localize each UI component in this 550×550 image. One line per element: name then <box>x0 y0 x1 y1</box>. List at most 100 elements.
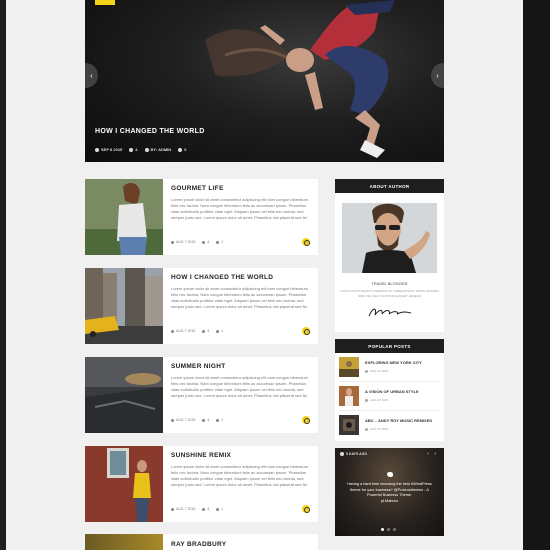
post-likes[interactable]: 1 <box>221 240 223 244</box>
clock-icon <box>365 369 368 373</box>
post-title[interactable]: RAY BRADBURY <box>171 541 226 548</box>
post-comments[interactable]: 4 <box>207 240 209 244</box>
clock-icon <box>340 452 344 456</box>
post-date: AUG 7 2015 <box>176 507 196 511</box>
heart-icon <box>178 147 183 152</box>
post-meta: AUG 7 2015 4 1 <box>171 329 223 333</box>
post-date: AUG 7 2015 <box>176 240 196 244</box>
popular-post-date-text: AUG 27 2015 <box>370 398 389 402</box>
calendar-icon <box>171 418 174 422</box>
post-thumbnail[interactable] <box>85 179 163 255</box>
popular-post-title[interactable]: EXPLORING NEW YORK CITY <box>365 360 422 365</box>
post-card: HOW I CHANGED THE WORLD Lorem ipsum dolo… <box>85 268 318 344</box>
right-edge <box>523 0 550 550</box>
heart-icon <box>216 418 220 422</box>
post-excerpt: Lorem ipsum dolor sit amet consectetur a… <box>171 197 308 221</box>
popular-post-title[interactable]: ABC – ANDY ROY MUSIC REMIXES <box>365 418 432 423</box>
share-button[interactable] <box>302 327 310 335</box>
share-button[interactable] <box>302 505 310 513</box>
comment-icon <box>129 147 134 152</box>
post-meta: AUG 7 2015 4 1 <box>171 418 223 422</box>
tweet-nav-buttons[interactable]: ‹ › <box>427 451 438 457</box>
popular-post-date: AUG 27 2015 <box>365 427 388 431</box>
hero-title[interactable]: HOW I CHANGED THE WORLD <box>95 128 205 135</box>
post-likes[interactable]: 1 <box>221 418 223 422</box>
post-title[interactable]: HOW I CHANGED THE WORLD <box>171 274 273 281</box>
author-signature <box>368 308 412 317</box>
slider-prev-button[interactable]: ‹ <box>85 63 98 88</box>
comment-icon <box>202 240 206 244</box>
chevron-right-icon: › <box>436 71 439 80</box>
about-author-widget: ABOUT AUTHOR TRAVEL BLOGGER THIS IS PHOT… <box>335 179 444 332</box>
hero-slider[interactable]: ‹ › HOW I CHANGED THE WORLD SEP 8 2015 4… <box>85 0 444 162</box>
post-card: SUNSHINE REMIX Lorem ipsum dolor sit ame… <box>85 446 318 522</box>
calendar-icon <box>171 240 174 244</box>
author-description: THIS IS PHOTOSHOP'S VERSION OF LOREM IPS… <box>339 289 440 298</box>
popular-post-item[interactable]: A VISION OF URBAN STYLE AUG 27 2015 <box>339 386 440 406</box>
comment-icon <box>202 507 206 511</box>
tweet-handle[interactable]: pt.Mabdur <box>381 499 398 503</box>
post-title[interactable]: SUNSHINE REMIX <box>171 452 231 459</box>
post-likes[interactable]: 1 <box>221 329 223 333</box>
post-excerpt: Lorem ipsum dolor sit amet consectetur a… <box>171 464 308 488</box>
clock-icon <box>365 398 368 402</box>
post-title[interactable]: SUMMER NIGHT <box>171 363 226 370</box>
post-likes[interactable]: 1 <box>221 507 223 511</box>
hero-dancer-image <box>205 0 395 158</box>
popular-post-thumbnail[interactable] <box>339 386 359 406</box>
post-thumbnail[interactable] <box>85 268 163 344</box>
post-thumbnail[interactable] <box>85 357 163 433</box>
calendar-icon <box>171 507 174 511</box>
popular-heading: POPULAR POSTS <box>335 339 444 353</box>
post-meta: AUG 7 2015 4 1 <box>171 507 223 511</box>
calendar-icon <box>171 329 174 333</box>
post-title[interactable]: GOURMET LIFE <box>171 185 224 192</box>
popular-post-item[interactable]: EXPLORING NEW YORK CITY AUG 27 2015 <box>339 357 440 377</box>
post-comments[interactable]: 4 <box>207 507 209 511</box>
post-thumbnail[interactable] <box>85 534 163 550</box>
divider <box>339 410 440 411</box>
popular-post-date-text: AUG 27 2015 <box>370 427 389 431</box>
pagination-dot[interactable] <box>381 528 384 531</box>
twitter-bird-icon <box>387 472 393 477</box>
user-icon <box>144 147 149 152</box>
chevron-left-icon: ‹ <box>90 71 93 80</box>
post-comments[interactable]: 4 <box>207 418 209 422</box>
slider-next-button[interactable]: › <box>431 63 444 88</box>
post-comments[interactable]: 4 <box>207 329 209 333</box>
author-role: TRAVEL BLOGGER <box>371 281 408 286</box>
tweet-time-text: 5 DAYS AGO <box>346 452 368 456</box>
popular-post-date: AUG 27 2015 <box>365 398 388 402</box>
popular-post-date-text: AUG 27 2015 <box>370 369 389 373</box>
post-excerpt: Lorem ipsum dolor sit amet consectetur a… <box>171 286 308 310</box>
hero-comments[interactable]: 4 <box>135 147 137 152</box>
heart-icon <box>216 240 220 244</box>
clock-icon <box>365 427 368 431</box>
post-card: SUMMER NIGHT Lorem ipsum dolor sit amet … <box>85 357 318 433</box>
popular-post-title[interactable]: A VISION OF URBAN STYLE <box>365 389 419 394</box>
popular-post-thumbnail[interactable] <box>339 357 359 377</box>
pagination-dot[interactable] <box>387 528 390 531</box>
tweet-pagination[interactable] <box>381 528 396 531</box>
post-excerpt: Lorem ipsum dolor sit amet consectetur a… <box>171 375 308 399</box>
post-thumbnail[interactable] <box>85 446 163 522</box>
popular-post-item[interactable]: ABC – ANDY ROY MUSIC REMIXES AUG 27 2015 <box>339 415 440 435</box>
heart-icon <box>216 507 220 511</box>
post-date: AUG 7 2015 <box>176 418 196 422</box>
share-button[interactable] <box>302 238 310 246</box>
comment-icon <box>202 418 206 422</box>
tweet-text-block: Having a hard time choosing the best #Wo… <box>343 482 436 504</box>
pagination-dot[interactable] <box>393 528 396 531</box>
popular-post-thumbnail[interactable] <box>339 415 359 435</box>
hero-author[interactable]: BY: ADMIN <box>151 147 172 152</box>
tweet-text: Having a hard time choosing the best #Wo… <box>347 482 432 497</box>
category-tag[interactable] <box>95 0 115 5</box>
comment-icon <box>202 329 206 333</box>
heart-icon <box>216 329 220 333</box>
popular-posts-widget: POPULAR POSTS EXPLORING NEW YORK CITY AU… <box>335 339 444 441</box>
hero-date: SEP 8 2015 <box>101 147 123 152</box>
hero-meta: SEP 8 2015 4 BY: ADMIN 0 <box>95 147 186 152</box>
hero-likes[interactable]: 0 <box>184 147 186 152</box>
tweet-time: 5 DAYS AGO <box>340 452 367 456</box>
share-button[interactable] <box>302 416 310 424</box>
